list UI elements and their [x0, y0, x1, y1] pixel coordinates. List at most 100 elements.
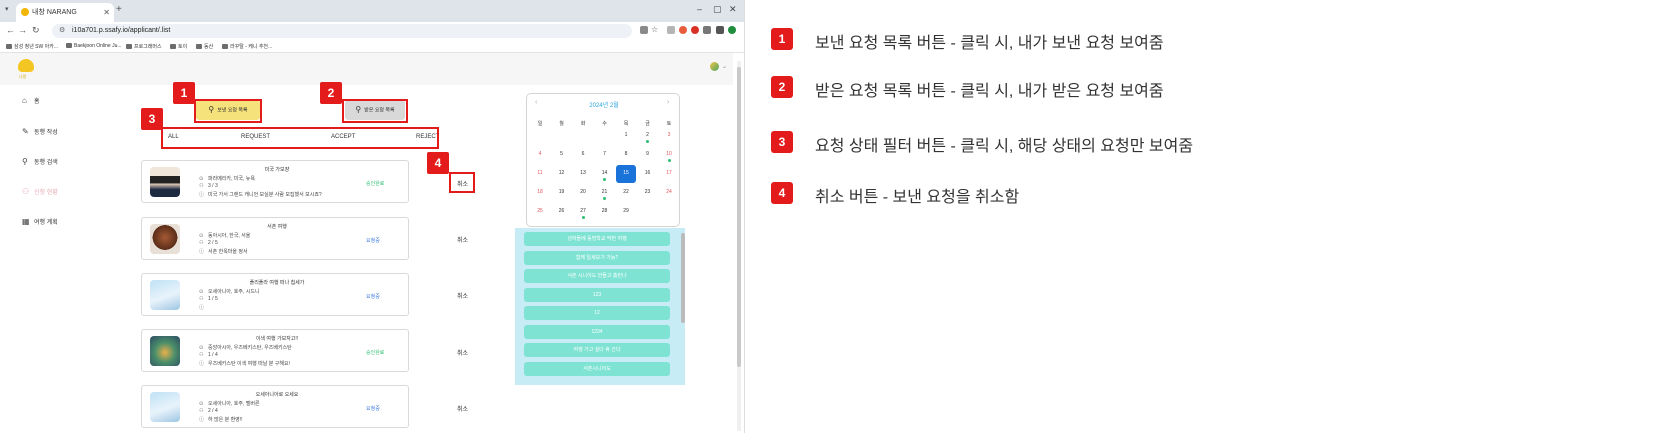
calendar-day[interactable]: 22 [616, 189, 636, 195]
sidebar-item-label: 신청 현황 [34, 190, 58, 196]
logo-icon[interactable] [18, 59, 34, 72]
search-icon: ⚲ [22, 157, 28, 166]
calendar-day[interactable]: 4 [530, 151, 550, 157]
close-window-button[interactable]: ✕ [729, 4, 737, 15]
calendar-day[interactable]: 28 [595, 208, 615, 214]
request-card[interactable]: 플리플라 여행 떠나 칩세가 ⊙ 오세아니아, 호주, 시드니 ⚇ 1 / 5 ⓘ … [141, 273, 409, 316]
trip-list-item[interactable]: 여행 가고 싶다 휴 간다 [524, 343, 670, 357]
extension-icon[interactable] [691, 26, 699, 34]
calendar-day[interactable]: 13 [573, 170, 593, 176]
calendar-day[interactable]: 17 [659, 170, 679, 176]
request-card[interactable]: 서촌 여행 ⊙ 동아시아, 한국, 서울 ⚇ 2 / 5 ⓘ 서촌 한옥마을 정서 요… [141, 217, 409, 260]
calendar-day[interactable]: 23 [638, 189, 658, 195]
side-panel-icon[interactable] [716, 26, 724, 34]
calendar-day[interactable]: 7 [595, 151, 615, 157]
calendar-weekday: 목 [623, 121, 629, 127]
close-tab-icon[interactable]: ✕ [103, 3, 110, 22]
annotation-badge-3: 3 [141, 108, 163, 130]
calendar-day[interactable]: 5 [552, 151, 572, 157]
extension-icon[interactable] [667, 26, 675, 34]
calendar-day[interactable]: 3 [659, 132, 679, 138]
new-tab-button[interactable]: + [116, 4, 122, 15]
trip-list-item[interactable]: 성하돌에 동방학교 막번 여행 [524, 232, 670, 246]
calendar-day[interactable]: 6 [573, 151, 593, 157]
bookmark-item[interactable]: Baekjoon Online Ju... [66, 43, 122, 49]
calendar-day[interactable]: 11 [530, 170, 550, 176]
minimize-button[interactable]: – [697, 4, 702, 14]
url-field[interactable]: ⚙ i10a701.p.ssafy.io/applicant/.list [52, 24, 632, 38]
calendar-next-button[interactable]: › [667, 99, 669, 106]
sidebar-item-search[interactable]: ⚲ 동행 검색 [22, 157, 58, 166]
cancel-button[interactable]: 취소 [457, 404, 468, 413]
calendar-day[interactable]: 29 [616, 208, 636, 214]
request-card[interactable]: 오세아니아로 오세요 ⊙ 오세아니아, 호주, 멜버른 ⚇ 2 / 4 ⓘ 하 많은 … [141, 385, 409, 428]
calendar-day[interactable]: 10 [659, 151, 679, 157]
browser-tab[interactable]: 내창 NARANG ✕ [16, 3, 114, 22]
calendar-day[interactable]: 1 [616, 132, 636, 138]
trip-list-scrollbar[interactable] [681, 233, 685, 323]
trip-list-item[interactable]: 서촌시니어도 [524, 361, 670, 376]
calendar-day[interactable]: 9 [638, 151, 658, 157]
site-info-icon[interactable]: ⚙ [59, 24, 65, 38]
calendar-day[interactable]: 25 [530, 208, 550, 214]
calendar-day[interactable]: 16 [638, 170, 658, 176]
sidebar-item-home[interactable]: ⌂ 홈 [22, 96, 40, 105]
sidebar-item-write[interactable]: ✎ 동행 작성 [22, 127, 58, 136]
calendar-day[interactable]: 26 [552, 208, 572, 214]
translate-icon[interactable] [640, 26, 648, 34]
app-header: 나랑 ⌄ [0, 53, 733, 85]
calendar-day[interactable]: 19 [552, 189, 572, 195]
tab-bar: ▾ 내창 NARANG ✕ + – ▢ ✕ [0, 0, 744, 22]
bookmark-star-icon[interactable]: ☆ [651, 25, 658, 34]
request-card[interactable]: 이색 여행 가보자고!! ⊙ 중앙아시아, 우즈베키스탄, 우즈베키스탄 ⚇ 1 /… [141, 329, 409, 372]
maximize-button[interactable]: ▢ [713, 4, 722, 15]
info-icon: ⓘ [199, 249, 205, 255]
bookmark-item[interactable]: 라꾸탈 - 케니 추천... [222, 43, 272, 50]
calendar: ‹ 2024년 2월 › 일 월 화 수 목 금 토 1 2 3 4 5 6 7 8 9 10 11 12 13 14 1… [526, 93, 680, 227]
cancel-button[interactable]: 취소 [457, 235, 468, 244]
trip-count: ⚇ 2 / 5 [199, 240, 218, 246]
sidebar-item-applications[interactable]: ⚇ 신청 현황 [22, 187, 58, 196]
extensions-puzzle-icon[interactable] [703, 26, 711, 34]
profile-icon[interactable] [728, 26, 736, 34]
trip-desc: ⓘ 서촌 한옥마을 정서 [199, 249, 248, 255]
trip-list-item[interactable]: 12 [524, 306, 670, 320]
trip-list-item[interactable]: 서촌 시니어도 만들고 홈런나 [524, 269, 670, 283]
info-icon: ⓘ [199, 361, 205, 367]
calendar-day[interactable]: 20 [573, 189, 593, 195]
calendar-day[interactable]: 18 [530, 189, 550, 195]
request-card[interactable]: 미국 가보쟝 ⊙ 파라메리카, 미국, 뉴욕 ⚇ 3 / 3 ⓘ 미국 가서 그랜드 … [141, 160, 409, 203]
page-scrollbar[interactable] [737, 61, 741, 431]
cancel-button[interactable]: 취소 [457, 348, 468, 357]
calendar-day[interactable]: 2 [638, 132, 658, 138]
bookmark-item[interactable]: 프로그래머스 [126, 43, 162, 50]
avatar[interactable] [710, 62, 719, 71]
calendar-day[interactable]: 12 [552, 170, 572, 176]
trip-thumbnail [150, 224, 180, 254]
calendar-day[interactable]: 8 [616, 151, 636, 157]
cancel-button[interactable]: 취소 [457, 291, 468, 300]
extension-icon[interactable] [679, 26, 687, 34]
back-icon[interactable]: ← [6, 25, 15, 35]
bookmark-item[interactable]: 삼성 청년 SW 아카... [6, 43, 58, 50]
trip-list-item[interactable]: 1234 [524, 324, 670, 339]
calendar-day[interactable]: 24 [659, 189, 679, 195]
chevron-down-icon[interactable]: ⌄ [722, 63, 727, 70]
legend-text: 받은 요청 목록 버튼 - 클릭 시, 내가 받은 요청 보여줌 [815, 83, 1164, 100]
reload-icon[interactable]: ↻ [32, 25, 40, 36]
calendar-day[interactable]: 15 [616, 170, 636, 176]
tab-menu-icon[interactable]: ▾ [5, 5, 9, 13]
sidebar-item-label: 동행 검색 [34, 160, 58, 166]
calendar-day[interactable]: 27 [573, 208, 593, 214]
trip-list-item[interactable]: 123 [524, 287, 670, 302]
sidebar-item-label: 동행 작성 [34, 130, 58, 136]
calendar-day[interactable]: 21 [595, 189, 615, 195]
trip-title: 오세아니아로 오세요 [255, 392, 299, 398]
bookmark-folder[interactable]: 토이 [170, 43, 187, 50]
trip-list-item[interactable]: 함께 일세보기 가능? [524, 250, 670, 265]
bookmark-folder[interactable]: 동산 [196, 43, 213, 50]
sidebar-item-plan[interactable]: ▦ 여행 계획 [22, 217, 58, 226]
calendar-day[interactable]: 14 [595, 170, 615, 176]
forward-icon[interactable]: → [18, 25, 27, 35]
calendar-weekday: 토 [666, 121, 672, 127]
